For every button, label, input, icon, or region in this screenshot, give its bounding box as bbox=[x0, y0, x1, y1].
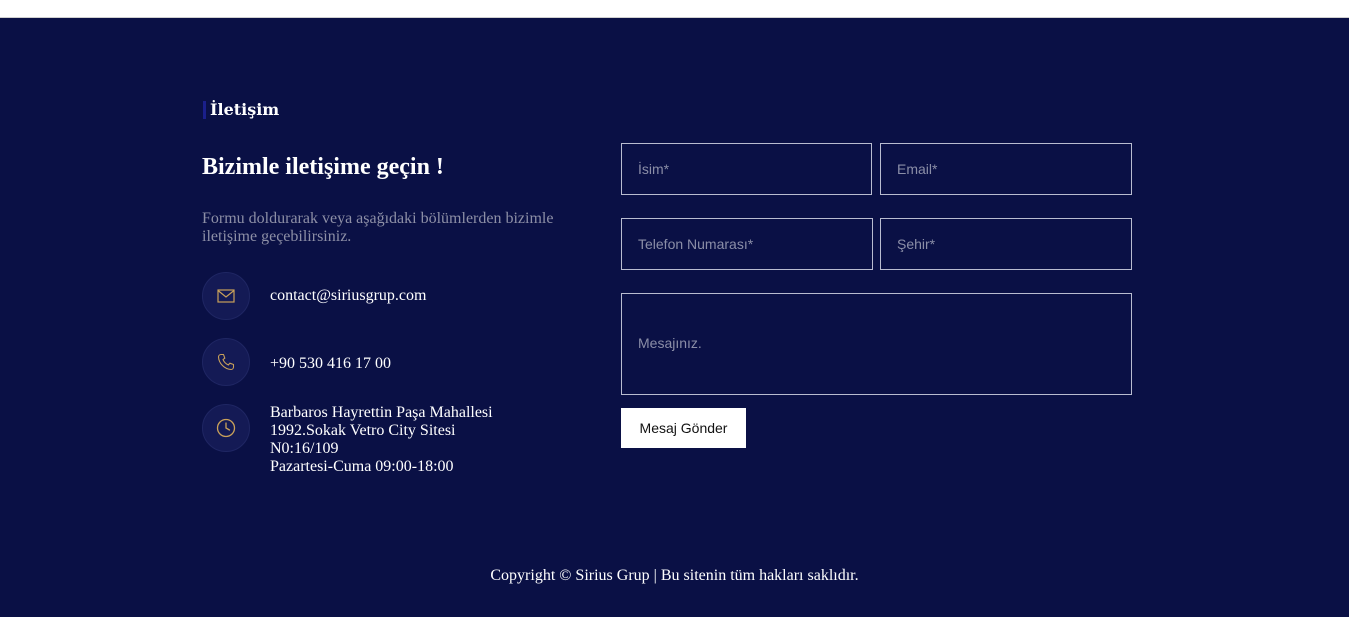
contact-email-item: contact@siriusgrup.com bbox=[202, 272, 582, 322]
name-field[interactable] bbox=[621, 143, 872, 195]
page-title: Bizimle iletişime geçin ! bbox=[202, 154, 444, 180]
address-line: N0:16/109 bbox=[270, 440, 339, 457]
city-field[interactable] bbox=[880, 218, 1132, 270]
clock-icon bbox=[202, 404, 250, 452]
send-message-button[interactable]: Mesaj Gönder bbox=[621, 408, 746, 448]
working-hours: Pazartesi-Cuma 09:00-18:00 bbox=[270, 458, 454, 475]
contact-email[interactable]: contact@siriusgrup.com bbox=[270, 287, 426, 305]
phone-field[interactable] bbox=[621, 218, 873, 270]
section-label: İletişim bbox=[203, 100, 279, 119]
section-label-text: İletişim bbox=[210, 100, 280, 119]
address-line: 1992.Sokak Vetro City Sitesi bbox=[270, 422, 456, 439]
contact-address-item: Barbaros Hayrettin Paşa Mahallesi 1992.S… bbox=[202, 404, 582, 484]
mail-icon bbox=[202, 272, 250, 320]
email-field[interactable] bbox=[880, 143, 1132, 195]
section-label-accent-bar bbox=[203, 101, 206, 119]
contact-address: Barbaros Hayrettin Paşa Mahallesi 1992.S… bbox=[270, 404, 493, 476]
footer-copyright: Copyright © Sirius Grup | Bu sitenin tüm… bbox=[490, 567, 859, 584]
contact-section: İletişim Bizimle iletişime geçin ! Formu… bbox=[0, 18, 1349, 617]
message-field[interactable] bbox=[621, 293, 1132, 395]
top-bar bbox=[0, 0, 1349, 18]
address-line: Barbaros Hayrettin Paşa Mahallesi bbox=[270, 404, 493, 421]
phone-icon bbox=[202, 338, 250, 386]
intro-text: Formu doldurarak veya aşağıdaki bölümler… bbox=[202, 210, 554, 245]
contact-phone-item: +90 530 416 17 00 bbox=[202, 338, 582, 388]
contact-phone[interactable]: +90 530 416 17 00 bbox=[270, 355, 391, 373]
